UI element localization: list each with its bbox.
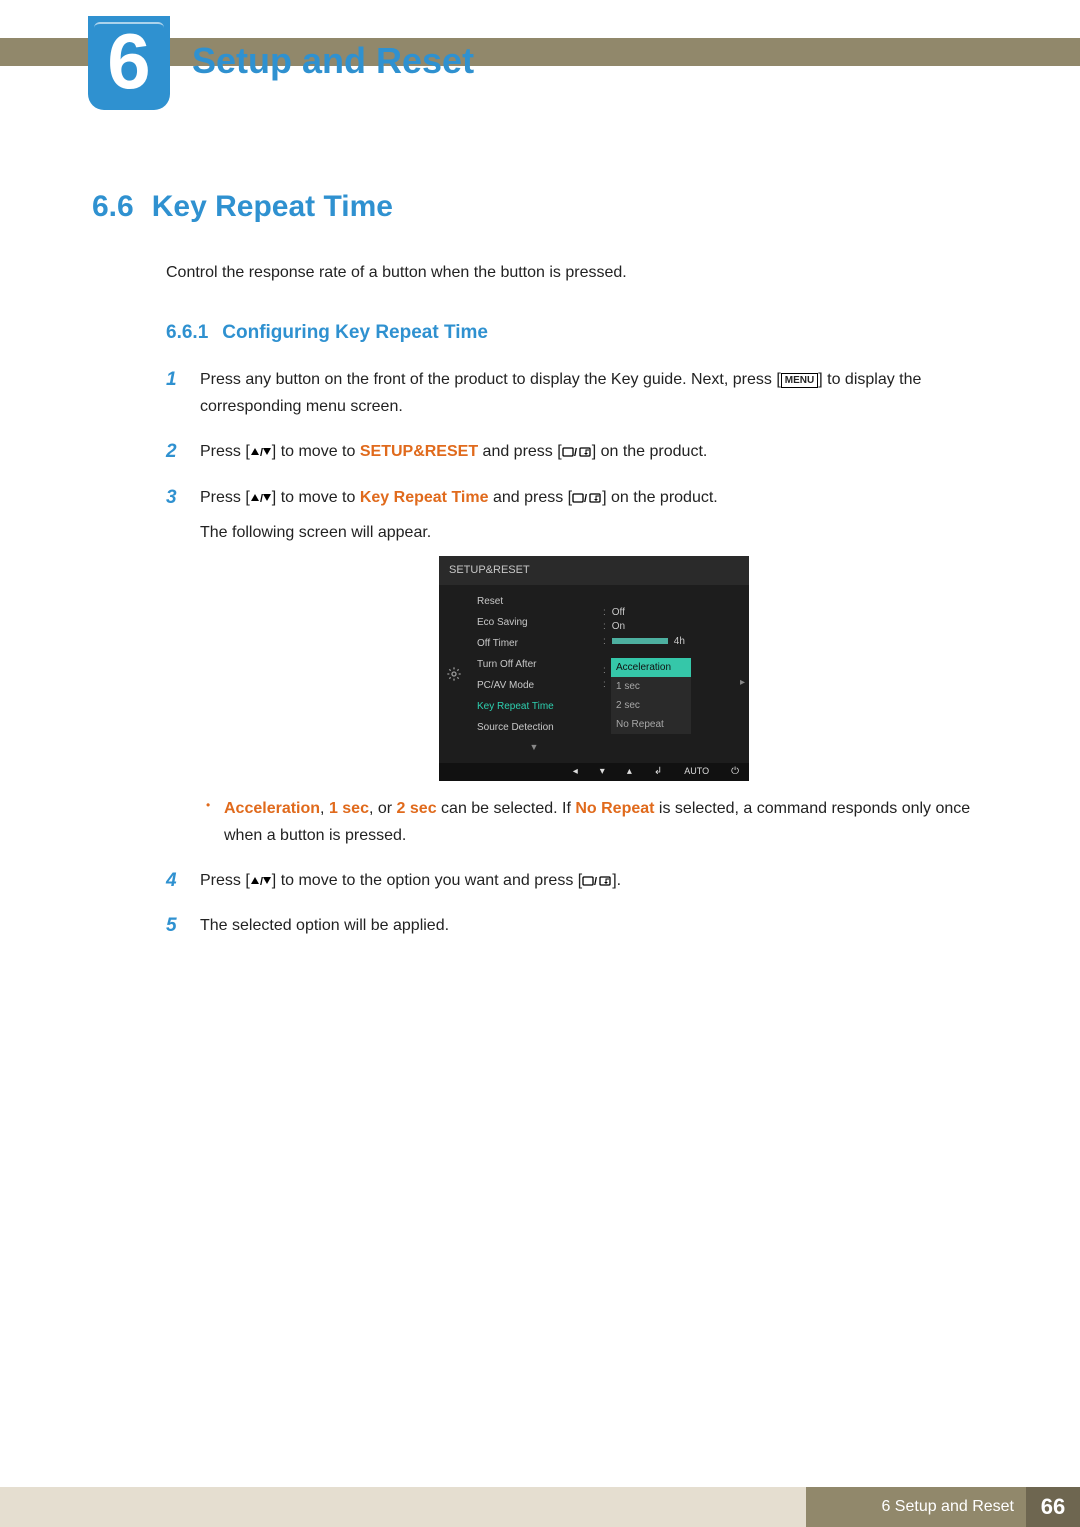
subsection-heading: 6.6.1 Configuring Key Repeat Time xyxy=(166,322,988,344)
footer-spacer xyxy=(0,1487,806,1527)
section-heading: 6.6 Key Repeat Time xyxy=(92,190,988,224)
step-2: 2 Press [ / ] to move to SETUP&RESET and p… xyxy=(166,438,988,465)
chevron-right-icon: ▸ xyxy=(740,674,745,691)
text: , or xyxy=(369,800,397,817)
osd-item: PC/AV Mode xyxy=(469,675,599,696)
text: No Repeat xyxy=(575,800,654,817)
text: Press [ xyxy=(200,872,250,889)
osd-item: Turn Off After xyxy=(469,654,599,675)
osd-option: 2 sec xyxy=(611,696,691,715)
menu-button-icon: MENU xyxy=(781,373,818,388)
step-1: 1 Press any button on the front of the p… xyxy=(166,366,988,420)
power-icon: ⏻ xyxy=(731,763,739,780)
page-content: 6.6 Key Repeat Time Control the response … xyxy=(92,190,988,958)
text: The selected option will be applied. xyxy=(200,917,449,934)
osd-value: On xyxy=(612,618,625,635)
enter-source-icon: / xyxy=(562,443,592,460)
osd-item: Eco Saving xyxy=(469,612,599,633)
osd-slider xyxy=(612,638,668,644)
text: Press [ xyxy=(200,443,250,460)
chapter-number-badge: 6 xyxy=(88,16,170,110)
text: and press [ xyxy=(478,443,562,460)
step-number: 5 xyxy=(166,910,177,942)
text: can be selected. If xyxy=(437,800,576,817)
svg-text:/: / xyxy=(260,876,263,887)
step-number: 4 xyxy=(166,865,177,897)
step-number: 2 xyxy=(166,436,177,468)
text: ] on the product. xyxy=(602,489,718,506)
step-number: 3 xyxy=(166,482,177,514)
text: Acceleration xyxy=(224,800,320,817)
osd-option: 1 sec xyxy=(611,677,691,696)
gear-icon xyxy=(439,585,469,763)
footer-chapter-label: 6 Setup and Reset xyxy=(806,1487,1026,1527)
section-title: Key Repeat Time xyxy=(152,190,393,223)
osd-dropdown: Acceleration 1 sec 2 sec No Repeat xyxy=(611,658,691,734)
text: , xyxy=(320,800,329,817)
target-bold: Key Repeat Time xyxy=(360,489,489,506)
text: ] to move to xyxy=(272,489,360,506)
svg-text:/: / xyxy=(260,447,263,458)
osd-option-selected: Acceleration xyxy=(611,658,691,677)
text: Press [ xyxy=(200,489,250,506)
auto-label: AUTO xyxy=(684,764,709,779)
back-icon: ◂ xyxy=(573,763,578,780)
osd-value: 4h xyxy=(674,633,685,650)
text: ] to move to the option you want and pre… xyxy=(272,872,582,889)
chapter-title: Setup and Reset xyxy=(192,40,474,82)
subsection-number: 6.6.1 xyxy=(166,322,208,343)
section-intro: Control the response rate of a button wh… xyxy=(166,264,988,282)
step-5: 5 The selected option will be applied. xyxy=(166,912,988,939)
steps-list: 1 Press any button on the front of the p… xyxy=(166,366,988,940)
page-footer: 6 Setup and Reset 66 xyxy=(0,1487,1080,1527)
up-down-arrow-icon: / xyxy=(250,443,272,460)
chevron-down-icon: ▼ xyxy=(469,738,599,757)
svg-text:/: / xyxy=(574,447,577,458)
text: ] on the product. xyxy=(592,443,708,460)
svg-text:/: / xyxy=(594,876,597,887)
svg-text:/: / xyxy=(584,493,587,504)
osd-item: Reset xyxy=(469,591,599,612)
up-down-arrow-icon: / xyxy=(250,872,272,889)
down-icon: ▾ xyxy=(600,763,605,780)
up-down-arrow-icon: / xyxy=(250,489,272,506)
osd-menu-list: Reset Eco Saving Off Timer Turn Off Afte… xyxy=(469,585,599,763)
osd-item-active: Key Repeat Time xyxy=(469,696,599,717)
text: 1 sec xyxy=(329,800,369,817)
up-icon: ▴ xyxy=(627,763,632,780)
svg-text:/: / xyxy=(260,493,263,504)
text: Press any button on the front of the pro… xyxy=(200,371,781,388)
osd-footer: ◂ ▾ ▴ ↲ AUTO ⏻ xyxy=(439,763,749,781)
osd-option: No Repeat xyxy=(611,715,691,734)
text: ] to move to xyxy=(272,443,360,460)
step-4: 4 Press [ / ] to move to the option you wa… xyxy=(166,867,988,894)
text: The following screen will appear. xyxy=(200,519,988,546)
osd-item: Source Detection xyxy=(469,717,599,738)
text: ]. xyxy=(612,872,621,889)
osd-item: Off Timer xyxy=(469,633,599,654)
step-number: 1 xyxy=(166,364,177,396)
target-bold: SETUP&RESET xyxy=(360,443,478,460)
subsection-title: Configuring Key Repeat Time xyxy=(222,322,488,343)
enter-source-icon: / xyxy=(582,872,612,889)
osd-values: :Off :On :4h ▸ : : Acceleration 1 sec 2 … xyxy=(599,585,749,763)
note-item: Acceleration, 1 sec, or 2 sec can be sel… xyxy=(200,795,988,849)
section-number: 6.6 xyxy=(92,190,134,224)
osd-screenshot: SETUP&RESET Reset Eco Saving Off Timer T… xyxy=(439,556,749,781)
note-list: Acceleration, 1 sec, or 2 sec can be sel… xyxy=(200,795,988,849)
footer-page-number: 66 xyxy=(1026,1487,1080,1527)
step-3: 3 Press [ / ] to move to Key Repeat Time a… xyxy=(166,484,988,850)
osd-title: SETUP&RESET xyxy=(439,556,749,585)
text: and press [ xyxy=(489,489,573,506)
text: 2 sec xyxy=(397,800,437,817)
enter-source-icon: / xyxy=(572,489,602,506)
enter-icon: ↲ xyxy=(654,763,662,780)
